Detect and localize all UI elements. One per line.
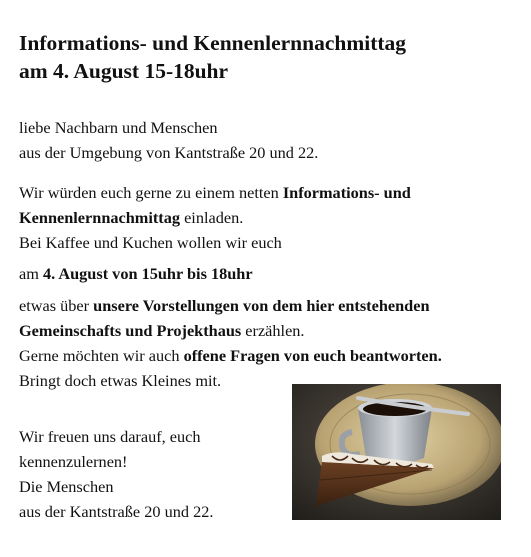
coffee-cake-photo [292,384,501,520]
date-paragraph: am 4. August von 15uhr bis 18uhr [19,261,519,286]
questions-bold: offene Fragen von euch beantworten. [183,346,442,365]
invitation-text-end: einladen. [180,208,244,227]
coffee-cake-illustration [292,384,501,520]
plans-paragraph: etwas über unsere Vorstellungen von dem … [19,293,519,393]
closing-line-2: kennenzulernen! [19,452,128,471]
bring-something-line: Bringt doch etwas Kleines mit. [19,371,222,390]
signature-line-2: aus der Kantstraße 20 und 22. [19,502,214,521]
greeting-line-1: liebe Nachbarn und Menschen [19,118,218,137]
closing-line-1: Wir freuen uns darauf, euch [19,427,201,446]
greeting-line-2: aus der Umgebung von Kantstraße 20 und 2… [19,143,319,162]
title-line-1: Informations- und Kennenlernnachmittag [19,31,407,55]
plans-text-end: erzählen. [241,321,305,340]
flyer-title: Informations- und Kennenlernnachmittag a… [19,29,519,85]
closing-paragraph: Wir freuen uns darauf, euch kennenzulern… [19,424,279,524]
invitation-coffee-line: Bei Kaffee und Kuchen wollen wir euch [19,233,282,252]
invitation-text: Wir würden euch gerne zu einem netten [19,183,283,202]
plans-text: etwas über [19,296,94,315]
date-time: 4. August von 15uhr bis 18uhr [42,264,253,283]
questions-text: Gerne möchten wir auch [19,346,184,365]
date-prefix: am [19,264,43,283]
title-line-2: am 4. August 15-18uhr [19,59,229,83]
greeting-paragraph: liebe Nachbarn und Menschen aus der Umge… [19,115,519,165]
invitation-paragraph: Wir würden euch gerne zu einem netten In… [19,180,519,255]
flyer-page: Informations- und Kennenlernnachmittag a… [0,0,531,557]
signature-line-1: Die Menschen [19,477,114,496]
